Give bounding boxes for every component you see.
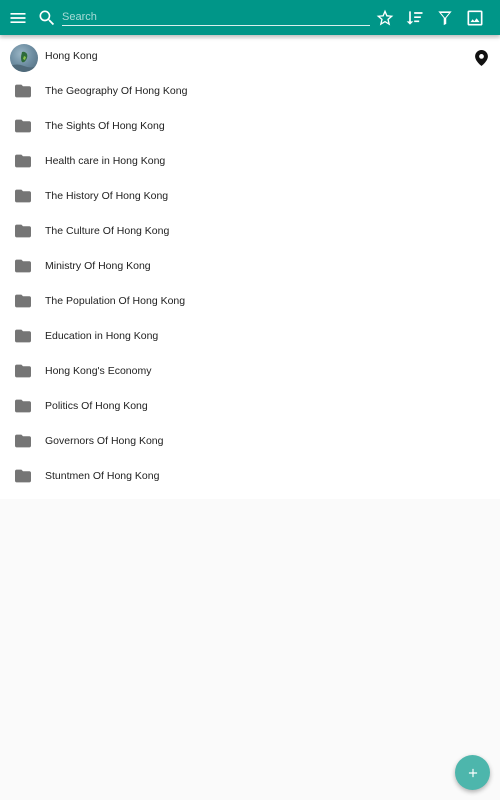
- folder-label: The Geography Of Hong Kong: [45, 85, 188, 97]
- folder-label: The History Of Hong Kong: [45, 190, 169, 202]
- folder-icon: [15, 224, 31, 238]
- folder-icon: [15, 119, 31, 133]
- star-outline-icon[interactable]: [373, 6, 397, 30]
- folder-list-item[interactable]: Education in Hong Kong: [0, 319, 500, 354]
- folder-list-item[interactable]: Hong Kong's Economy: [0, 354, 500, 389]
- folder-list-item[interactable]: The History Of Hong Kong: [0, 179, 500, 214]
- folder-list-item[interactable]: Politics Of Hong Kong: [0, 389, 500, 424]
- location-avatar: [10, 44, 38, 72]
- folder-icon: [15, 84, 31, 98]
- folder-label: The Sights Of Hong Kong: [45, 120, 165, 132]
- folder-label: Ministry Of Hong Kong: [45, 260, 151, 272]
- folder-label: Governors Of Hong Kong: [45, 435, 164, 447]
- folder-list-item[interactable]: The Population Of Hong Kong: [0, 284, 500, 319]
- plus-icon: [468, 768, 477, 777]
- folder-label: Politics Of Hong Kong: [45, 400, 148, 412]
- folder-label: The Population Of Hong Kong: [45, 295, 186, 307]
- search-field: [62, 7, 370, 26]
- sort-icon[interactable]: [403, 6, 427, 30]
- list-item-hong-kong[interactable]: Hong Kong: [0, 39, 500, 74]
- filter-icon[interactable]: [433, 6, 457, 30]
- folder-icon: [15, 189, 31, 203]
- folder-list-item[interactable]: Stuntmen Of Hong Kong: [0, 459, 500, 494]
- folder-list-item[interactable]: The Culture Of Hong Kong: [0, 214, 500, 249]
- app-bar: [0, 0, 500, 35]
- folder-icon: [15, 434, 31, 448]
- image-icon[interactable]: [463, 6, 487, 30]
- folder-label: Education in Hong Kong: [45, 330, 159, 342]
- folder-icon: [15, 154, 31, 168]
- folder-list-item[interactable]: Ministry Of Hong Kong: [0, 249, 500, 284]
- search-input[interactable]: [62, 7, 370, 26]
- folder-icon: [15, 329, 31, 343]
- folder-label: The Culture Of Hong Kong: [45, 225, 170, 237]
- list-item-label: Hong Kong: [45, 50, 98, 62]
- folder-icon: [15, 294, 31, 308]
- folder-list-item[interactable]: The Geography Of Hong Kong: [0, 74, 500, 109]
- folder-icon: [15, 399, 31, 413]
- folder-list-item[interactable]: Health care in Hong Kong: [0, 144, 500, 179]
- folder-list-item[interactable]: Governors Of Hong Kong: [0, 424, 500, 459]
- folder-icon: [15, 469, 31, 483]
- folder-label: Health care in Hong Kong: [45, 155, 166, 167]
- search-icon[interactable]: [35, 6, 59, 30]
- add-button[interactable]: [455, 755, 490, 790]
- folder-icon: [15, 259, 31, 273]
- folder-icon: [15, 364, 31, 378]
- menu-icon[interactable]: [6, 6, 30, 30]
- category-list: Hong Kong The Geography Of Hong Kong The …: [0, 39, 500, 499]
- folder-label: Stuntmen Of Hong Kong: [45, 470, 160, 482]
- map-pin-icon[interactable]: [475, 50, 488, 66]
- folder-list-item[interactable]: The Sights Of Hong Kong: [0, 109, 500, 144]
- folder-label: Hong Kong's Economy: [45, 365, 152, 377]
